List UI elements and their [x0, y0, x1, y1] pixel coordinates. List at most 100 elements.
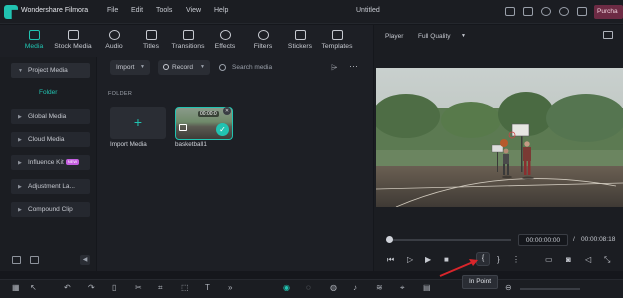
- transitions-icon: [182, 30, 194, 40]
- stock-media-icon: [67, 30, 79, 40]
- menu-file[interactable]: File: [107, 7, 118, 14]
- tab-stock-media[interactable]: Stock Media: [52, 25, 94, 57]
- text-icon[interactable]: T: [205, 283, 210, 292]
- sidebar-item-compound-clip[interactable]: ▶ Compound Clip: [11, 202, 90, 217]
- sidebar-item-influence-kit[interactable]: ▶ Influence Kit NEW: [11, 155, 90, 170]
- video-preview[interactable]: [376, 68, 623, 207]
- tab-filters[interactable]: Filters: [250, 25, 276, 57]
- cloud-icon[interactable]: [541, 7, 551, 16]
- volume-icon[interactable]: ◁: [585, 255, 591, 264]
- account-icon[interactable]: [577, 7, 587, 16]
- transform-icon[interactable]: ⬚: [181, 283, 189, 292]
- filmora-logo-icon: [4, 5, 18, 19]
- record-icon: [163, 64, 169, 70]
- marker-icon[interactable]: ⌖: [400, 283, 405, 293]
- new-folder-icon[interactable]: [12, 256, 21, 264]
- color-icon[interactable]: ◍: [330, 283, 337, 292]
- cut-icon[interactable]: ✂: [135, 283, 142, 292]
- layout-icon[interactable]: [523, 7, 533, 16]
- collapse-sidebar-icon[interactable]: ◀: [80, 255, 90, 265]
- display-icon[interactable]: ▭: [545, 255, 553, 264]
- plus-icon: +: [133, 114, 143, 130]
- tab-transitions[interactable]: Transitions: [169, 25, 207, 57]
- ai-tools-icon[interactable]: ◉: [283, 283, 290, 292]
- select-tool-icon[interactable]: ↖: [30, 283, 37, 292]
- undo-icon[interactable]: ↶: [64, 283, 71, 292]
- tab-stickers[interactable]: Stickers: [286, 25, 314, 57]
- video-clip-icon: [179, 124, 187, 131]
- fullscreen-icon[interactable]: ⤡: [604, 255, 610, 265]
- basketball-scene-image: [376, 68, 623, 207]
- zoom-out-icon[interactable]: ⊖: [505, 283, 512, 292]
- sidebar-item-adjustment-layer[interactable]: ▶ Adjustment La...: [11, 179, 90, 194]
- current-time[interactable]: 00:00:00:00: [518, 234, 568, 246]
- stickers-icon: [294, 30, 306, 40]
- sidebar-item-folder[interactable]: Folder: [39, 89, 57, 96]
- snapshot-icon[interactable]: [603, 31, 613, 39]
- in-point-tooltip: In Point: [462, 275, 498, 289]
- audio-icon: [108, 30, 120, 40]
- play-frame-icon[interactable]: ▷: [407, 255, 413, 264]
- document-title: Untitled: [356, 7, 380, 14]
- menu-help[interactable]: Help: [214, 7, 228, 14]
- more-options-icon[interactable]: ⋯: [349, 61, 358, 72]
- playhead-handle[interactable]: [386, 236, 393, 243]
- audio-mix-icon[interactable]: ≋: [376, 283, 383, 292]
- settings-icon[interactable]: [559, 7, 569, 16]
- caption-icon[interactable]: ▤: [423, 283, 431, 292]
- templates-icon: [331, 30, 343, 40]
- tab-templates[interactable]: Templates: [320, 25, 354, 57]
- tab-audio[interactable]: Audio: [100, 25, 128, 57]
- menu-view[interactable]: View: [186, 7, 201, 14]
- sidebar-item-global-media[interactable]: ▶ Global Media: [11, 109, 90, 124]
- filters-icon: [257, 30, 269, 40]
- close-icon[interactable]: ✕: [223, 107, 231, 115]
- time-separator: /: [573, 236, 575, 243]
- purchase-button[interactable]: Purcha: [594, 5, 623, 19]
- step-back-icon[interactable]: ⏮: [387, 255, 394, 265]
- sidebar-item-cloud-media[interactable]: ▶ Cloud Media: [11, 132, 90, 147]
- filmora-window: Wondershare Filmora File Edit Tools View…: [0, 0, 623, 298]
- more-icon[interactable]: ⋮: [512, 255, 520, 264]
- clip-name-label: basketball1: [175, 141, 207, 148]
- chevron-down-icon: ▼: [200, 64, 205, 70]
- folder-header: FOLDER: [108, 91, 133, 97]
- in-point-icon: {: [481, 255, 485, 262]
- tab-effects[interactable]: Effects: [212, 25, 238, 57]
- clip-duration: 00:00:0: [198, 111, 219, 117]
- chevron-down-icon: ▼: [140, 64, 145, 70]
- caret-right-icon: ▶: [18, 160, 22, 166]
- record-dropdown[interactable]: Record ▼: [158, 60, 210, 75]
- filter-icon[interactable]: ⩥: [331, 63, 337, 73]
- caret-right-icon: ▶: [18, 207, 22, 213]
- more-tools-icon[interactable]: »: [228, 283, 232, 292]
- quality-dropdown[interactable]: Full Quality: [418, 33, 451, 40]
- tab-media[interactable]: Media: [20, 25, 48, 57]
- microphone-icon[interactable]: ♪: [353, 283, 357, 292]
- progress-track[interactable]: [386, 239, 511, 241]
- shield-icon[interactable]: ◌: [306, 283, 311, 292]
- layout-grid-icon[interactable]: ▦: [12, 283, 20, 292]
- menu-tools[interactable]: Tools: [156, 7, 172, 14]
- out-point-icon[interactable]: }: [497, 255, 500, 264]
- import-dropdown[interactable]: Import ▼: [110, 60, 150, 75]
- zoom-slider[interactable]: [520, 288, 580, 290]
- chevron-down-icon[interactable]: ▼: [461, 33, 466, 39]
- menu-edit[interactable]: Edit: [131, 7, 143, 14]
- folder-icon[interactable]: [30, 256, 39, 264]
- import-media-label: Import Media: [110, 141, 147, 148]
- sidebar-item-project-media[interactable]: ▼ Project Media: [11, 63, 90, 78]
- media-icon: [28, 30, 40, 40]
- notification-icon[interactable]: [505, 7, 515, 16]
- play-icon[interactable]: ▶: [425, 255, 431, 264]
- redo-icon[interactable]: ↷: [88, 283, 95, 292]
- effects-icon: [219, 30, 231, 40]
- camera-icon[interactable]: ◙: [566, 255, 571, 264]
- caret-right-icon: ▶: [18, 184, 22, 190]
- tab-titles[interactable]: Titles: [137, 25, 165, 57]
- search-input[interactable]: Search media: [219, 60, 319, 75]
- crop-icon[interactable]: ⌗: [158, 283, 163, 293]
- delete-icon[interactable]: ▯: [112, 283, 116, 292]
- import-media-card[interactable]: +: [110, 107, 166, 139]
- title-bar: Wondershare Filmora File Edit Tools View…: [0, 0, 623, 24]
